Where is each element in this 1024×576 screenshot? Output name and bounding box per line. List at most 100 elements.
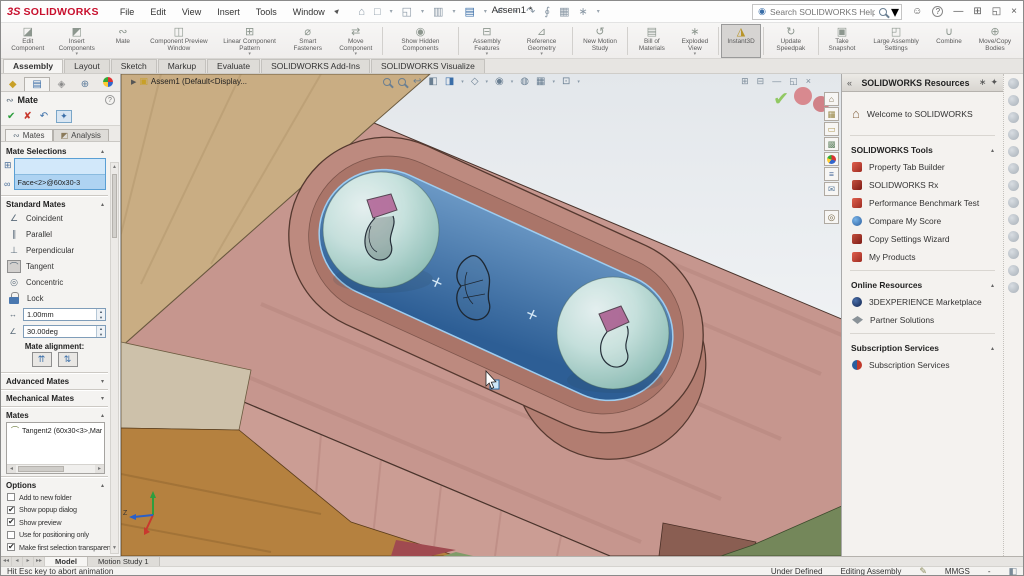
link-compare-my-score[interactable]: Compare My Score bbox=[850, 212, 995, 230]
zoom-to-fit-icon[interactable] bbox=[383, 78, 391, 86]
assembly-root-label[interactable]: Assem1 (Default<Display... bbox=[151, 77, 247, 86]
design-library-icon[interactable]: ▦ bbox=[824, 107, 839, 121]
mechanical-mates-header[interactable]: Mechanical Mates▾ bbox=[1, 390, 108, 404]
section-view-icon[interactable]: ◧ bbox=[428, 76, 437, 87]
menu-pin-icon[interactable]: ▸ bbox=[331, 5, 344, 18]
new-caret-icon[interactable]: ▾ bbox=[390, 8, 393, 15]
scroll-right-icon[interactable]: ▸ bbox=[95, 465, 104, 473]
home-tab-icon[interactable]: ⌂ bbox=[824, 92, 839, 106]
ribbon-insert-components[interactable]: ◩Insert Components▾ bbox=[51, 24, 103, 58]
tab-layout[interactable]: Layout bbox=[64, 59, 110, 73]
strip-tool-icon[interactable] bbox=[1008, 180, 1019, 191]
ribbon-edit-component[interactable]: ◪Edit Component bbox=[5, 24, 51, 58]
ribbon-move-component[interactable]: ⇄Move Component▾ bbox=[331, 24, 380, 58]
link-3dexperience-marketplace[interactable]: 3DEXPERIENCE Marketplace bbox=[850, 293, 995, 311]
vscroll-thumb[interactable] bbox=[112, 174, 117, 238]
ribbon-combine[interactable]: ∪Combine bbox=[929, 24, 969, 58]
solidworks-tools-header[interactable]: SOLIDWORKS Tools▴ bbox=[850, 142, 995, 158]
grid-button[interactable]: ⊞ bbox=[973, 6, 981, 17]
strip-tool-icon[interactable] bbox=[1008, 265, 1019, 276]
tab-configuration-manager[interactable]: ◈ bbox=[50, 78, 73, 91]
save-icon[interactable]: ▥ bbox=[433, 5, 443, 18]
standard-mates-header[interactable]: Standard Mates▴ bbox=[1, 196, 108, 210]
pm-help-icon[interactable]: ? bbox=[105, 95, 115, 105]
sphere-3[interactable] bbox=[557, 277, 669, 389]
print-icon[interactable]: ▤ bbox=[464, 5, 474, 18]
options-header[interactable]: Options▴ bbox=[1, 477, 108, 491]
ribbon-reference-geometry[interactable]: ⊿Reference Geometry▾ bbox=[513, 24, 570, 58]
scroll-up-icon[interactable]: ▲ bbox=[111, 163, 118, 172]
pane-right-icon[interactable]: ⊟ bbox=[757, 76, 765, 87]
mate-perpendicular[interactable]: ⊥Perpendicular bbox=[1, 242, 108, 258]
link-my-products[interactable]: My Products bbox=[850, 248, 995, 266]
search-caret-icon[interactable]: ▾ bbox=[891, 2, 899, 22]
strip-tool-icon[interactable] bbox=[1008, 129, 1019, 140]
mate-tangent[interactable]: ⌒Tangent bbox=[1, 258, 108, 274]
magnifier-tool-icon[interactable]: ◎ bbox=[824, 210, 839, 224]
3d-scene[interactable]: Z bbox=[121, 74, 841, 556]
tab-motion-study-1[interactable]: Motion Study 1 bbox=[88, 557, 160, 566]
tree-expand-icon[interactable]: ▶ bbox=[131, 78, 136, 86]
tab-mates[interactable]: ∾Mates bbox=[5, 129, 53, 141]
mates-list-item[interactable]: ⌒ Tangent2 (60x30<3>,Mar bbox=[7, 423, 104, 436]
doc-close-icon[interactable]: × bbox=[806, 76, 811, 87]
menu-insert[interactable]: Insert bbox=[210, 5, 247, 19]
view-palette-icon[interactable]: ▩ bbox=[824, 137, 839, 151]
home-icon[interactable]: ⌂ bbox=[358, 6, 365, 18]
tab-analysis[interactable]: ◩Analysis bbox=[53, 129, 109, 141]
tab-property-manager[interactable]: ▤ bbox=[24, 77, 49, 91]
undo-button[interactable]: ↶ bbox=[40, 111, 48, 122]
strip-tool-icon[interactable] bbox=[1008, 95, 1019, 106]
menu-tools[interactable]: Tools bbox=[249, 5, 284, 19]
custom-properties-icon[interactable]: ≡ bbox=[824, 167, 839, 181]
pm-vertical-scrollbar[interactable]: ▲ ▼ bbox=[110, 162, 119, 554]
dropdown-caret-icon[interactable]: ▾ bbox=[552, 79, 555, 85]
spin-down-icon[interactable]: ▾ bbox=[97, 332, 105, 338]
mates-listbox[interactable]: ⌒ Tangent2 (60x30<3>,Mar ◂ ▸ bbox=[6, 422, 105, 474]
tab-markup[interactable]: Markup bbox=[158, 59, 206, 73]
strip-tool-icon[interactable] bbox=[1008, 78, 1019, 89]
hscroll-thumb[interactable] bbox=[18, 466, 64, 472]
strip-tool-icon[interactable] bbox=[1008, 197, 1019, 208]
doc-minimize-icon[interactable]: — bbox=[772, 76, 781, 87]
user-account-icon[interactable]: ☺ bbox=[912, 6, 922, 17]
distance-field[interactable]: 1.00mm ▴▾ bbox=[23, 308, 106, 321]
spin-down-icon[interactable]: ▾ bbox=[97, 315, 105, 321]
menu-window[interactable]: Window bbox=[286, 5, 332, 19]
hide-show-items-icon[interactable]: ◉ bbox=[495, 76, 504, 87]
middle-wireframe-component[interactable] bbox=[457, 256, 490, 320]
sheet-pencil-icon[interactable]: ✎ bbox=[919, 566, 927, 576]
link-subscription-services[interactable]: Subscription Services bbox=[850, 356, 995, 374]
tab-solidworks-visualize[interactable]: SOLIDWORKS Visualize bbox=[371, 59, 485, 73]
minimize-button[interactable]: — bbox=[953, 6, 963, 17]
appearances-scenes-icon[interactable] bbox=[824, 152, 839, 166]
dropdown-caret-icon[interactable]: ▾ bbox=[511, 79, 514, 85]
mates-horizontal-scrollbar[interactable]: ◂ ▸ bbox=[7, 464, 104, 473]
advanced-mates-header[interactable]: Advanced Mates▾ bbox=[1, 373, 108, 387]
unit-system[interactable]: MMGS bbox=[945, 567, 970, 576]
selection-row-face[interactable]: Face<2>@60x30-3 bbox=[15, 174, 105, 189]
mate-coincident[interactable]: ∠Coincident bbox=[1, 210, 108, 226]
ribbon-bill-of-materials[interactable]: ▤Bill of Materials bbox=[630, 24, 674, 58]
options-caret-icon[interactable]: ▾ bbox=[597, 8, 600, 15]
multiple-mate-mode-icon[interactable]: ∞ bbox=[4, 179, 12, 189]
ribbon-new-motion-study[interactable]: ↺New Motion Study bbox=[575, 24, 626, 58]
ribbon-instant3d[interactable]: ◮Instant3D bbox=[721, 24, 761, 58]
link-solidworks-rx[interactable]: SOLIDWORKS Rx bbox=[850, 176, 995, 194]
dropdown-caret-icon[interactable]: ▾ bbox=[577, 79, 580, 85]
select-icon[interactable]: ∮ bbox=[544, 5, 550, 18]
first-tab-icon[interactable]: ◂◂ bbox=[1, 557, 12, 566]
tab-display-manager[interactable] bbox=[97, 76, 120, 91]
strip-tool-icon[interactable] bbox=[1008, 282, 1019, 293]
checkbox[interactable] bbox=[7, 506, 15, 514]
mates-list-header[interactable]: Mates▴ bbox=[1, 407, 108, 421]
ribbon-update-speedpak[interactable]: ↻Update Speedpak bbox=[766, 24, 816, 58]
mate-concentric[interactable]: ◎Concentric bbox=[1, 274, 108, 290]
option-use-for-positioning-only[interactable]: Use for positioning only bbox=[1, 529, 108, 542]
selection-row-empty[interactable] bbox=[15, 159, 105, 174]
anti-aligned-button[interactable]: ⇅ bbox=[58, 352, 78, 367]
tab-assembly[interactable]: Assembly bbox=[3, 59, 63, 73]
link-performance-benchmark-test[interactable]: Performance Benchmark Test bbox=[850, 194, 995, 212]
link-copy-settings-wizard[interactable]: Copy Settings Wizard bbox=[850, 230, 995, 248]
close-button[interactable]: × bbox=[1011, 6, 1017, 17]
